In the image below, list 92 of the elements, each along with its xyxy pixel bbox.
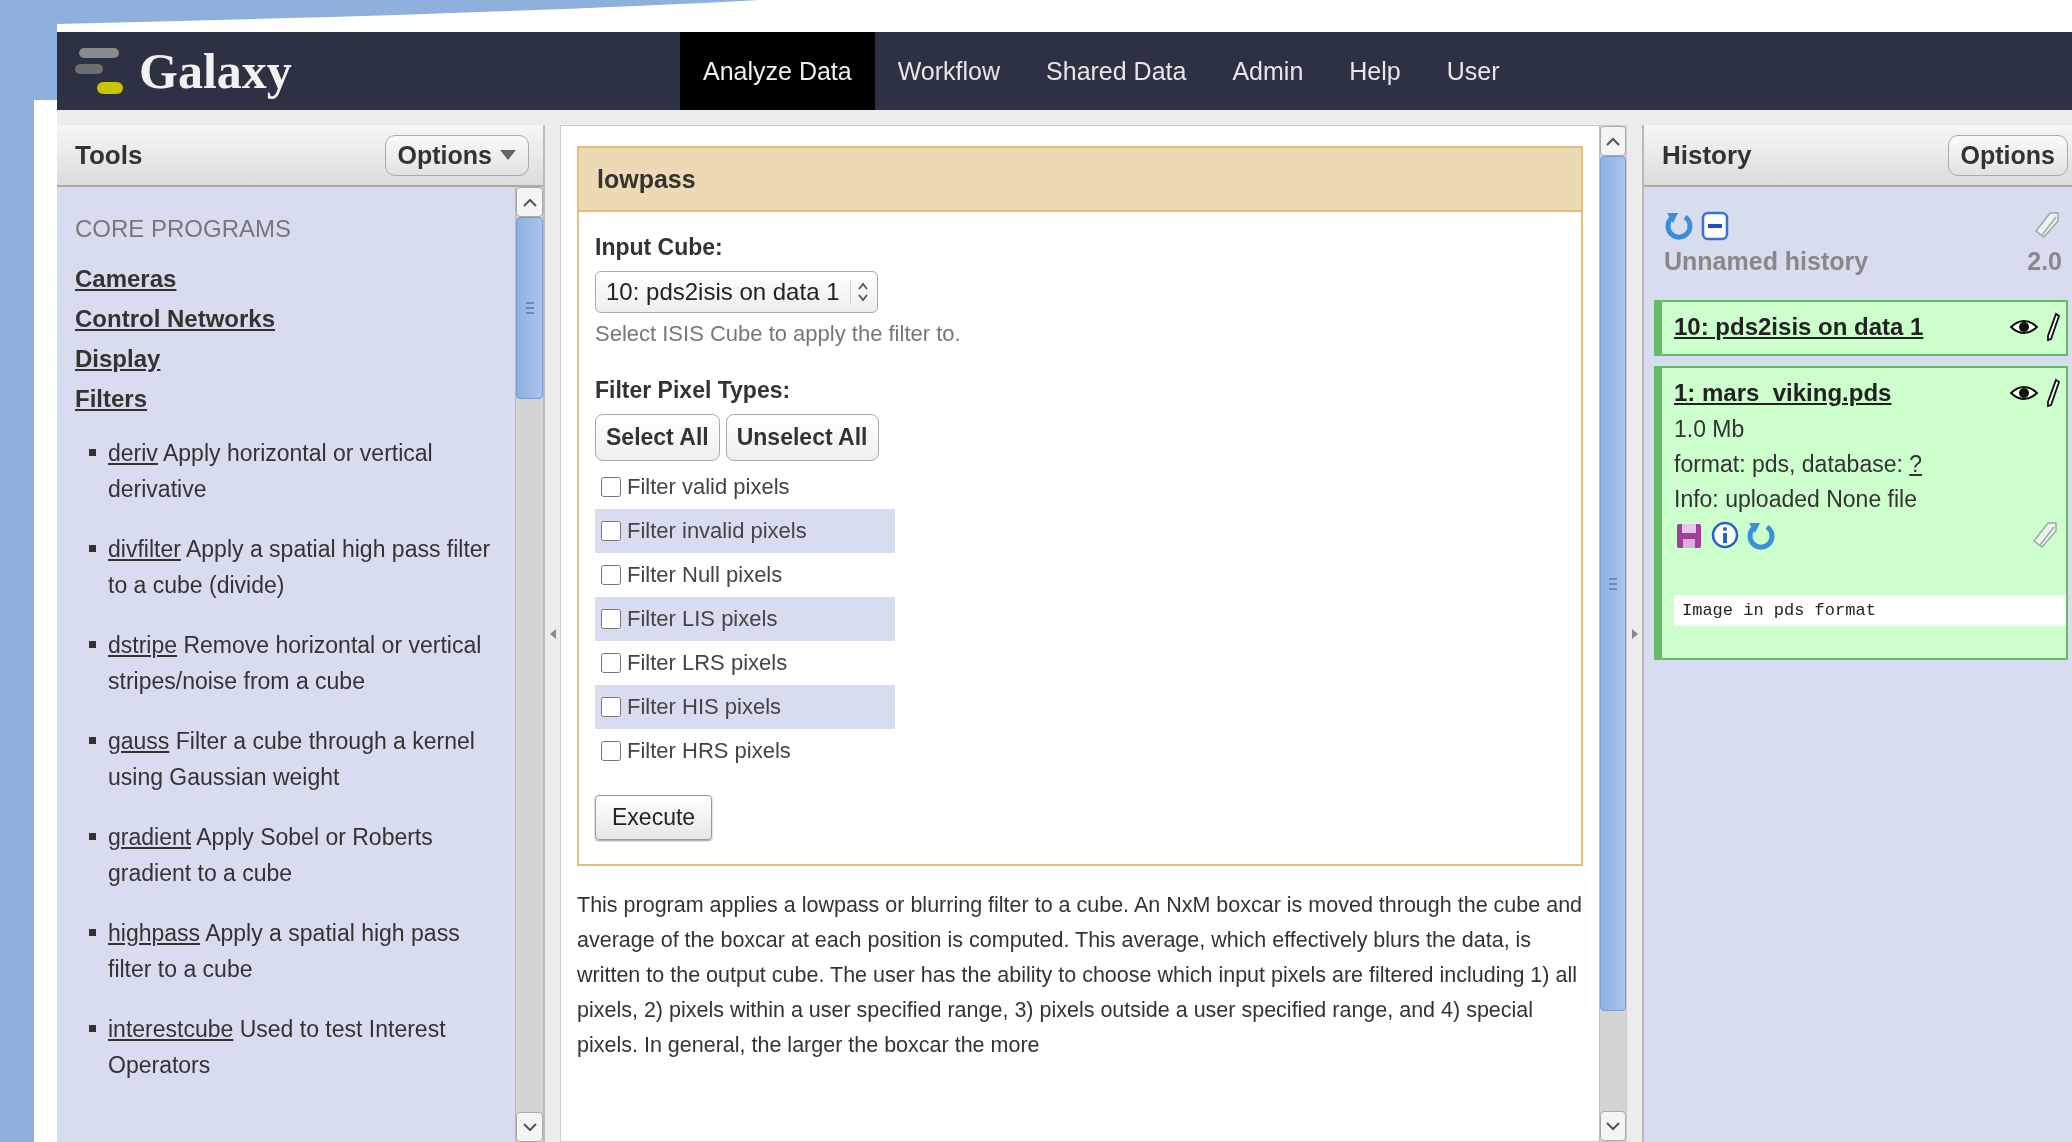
nav-tab[interactable]: Analyze Data bbox=[680, 32, 875, 110]
tool-entry: interestcube Used to test Interest Operators bbox=[108, 1015, 447, 1080]
brand-name[interactable]: Galaxy bbox=[139, 42, 292, 100]
checkbox[interactable] bbox=[601, 609, 621, 629]
checkbox-label: Filter HRS pixels bbox=[627, 738, 791, 764]
execute-button[interactable]: Execute bbox=[595, 795, 713, 840]
dataset-peek: Image in pds format bbox=[1674, 595, 2066, 626]
select-field[interactable]: 10: pds2isis on data 1 bbox=[595, 271, 878, 313]
panel-title: History bbox=[1662, 139, 1752, 171]
bullet-icon bbox=[89, 929, 96, 936]
scrollbar[interactable] bbox=[1599, 126, 1626, 1141]
nav-tab[interactable]: Shared Data bbox=[1023, 32, 1210, 110]
eye-icon[interactable] bbox=[2010, 318, 2038, 336]
grip-icon bbox=[1608, 576, 1618, 591]
field-label: Input Cube: bbox=[595, 234, 723, 261]
checkbox-label: Filter LIS pixels bbox=[627, 606, 778, 632]
scrollbar-thumb[interactable] bbox=[516, 217, 543, 399]
eye-icon[interactable] bbox=[2010, 384, 2038, 402]
chevron-down-icon bbox=[1606, 1121, 1620, 1131]
collapse-arrow-icon[interactable] bbox=[549, 628, 556, 639]
help-text: Select ISIS Cube to apply the filter to. bbox=[595, 321, 961, 347]
scroll-down-button[interactable] bbox=[516, 1112, 543, 1142]
dataset-title[interactable]: 1: mars_viking.pds bbox=[1674, 379, 1892, 407]
scrollbar[interactable] bbox=[515, 187, 543, 1142]
scroll-down-button[interactable] bbox=[1600, 1111, 1626, 1141]
options-button[interactable]: Options bbox=[1947, 134, 2068, 176]
bullet-icon bbox=[89, 737, 96, 744]
checkbox-label: Filter valid pixels bbox=[627, 474, 790, 500]
bullet-icon bbox=[89, 449, 96, 456]
checkbox-label: Filter HIS pixels bbox=[627, 694, 782, 720]
tool-link[interactable]: deriv bbox=[108, 440, 158, 466]
scrollbar-thumb[interactable] bbox=[1600, 156, 1626, 1011]
bullet-icon bbox=[89, 641, 96, 648]
section-heading: CORE PROGRAMS bbox=[75, 215, 293, 243]
panel-title: Tools bbox=[75, 139, 143, 171]
tool-entry: dstripe Remove horizontal or vertical stripes/noise from a cube bbox=[108, 631, 483, 696]
tool-entry: divfilter Apply a spatial high pass filter to a cube (divide) bbox=[108, 535, 492, 600]
tool-link[interactable]: highpass bbox=[108, 920, 201, 946]
bullet-icon bbox=[89, 545, 96, 552]
category-link[interactable]: Display bbox=[75, 345, 161, 373]
nav-tab[interactable]: Help bbox=[1326, 32, 1424, 110]
nav-tab[interactable]: User bbox=[1423, 32, 1523, 110]
checkbox-label: Filter LRS pixels bbox=[627, 650, 788, 676]
checkbox[interactable] bbox=[601, 565, 621, 585]
scroll-up-button[interactable] bbox=[516, 187, 543, 217]
pencil-icon[interactable] bbox=[2046, 378, 2060, 408]
tool-link[interactable]: dstripe bbox=[108, 632, 178, 658]
category-link[interactable]: Control Networks bbox=[75, 305, 275, 333]
dataset-info: Info: uploaded None file bbox=[1674, 486, 1918, 513]
scroll-up-button[interactable] bbox=[1600, 126, 1626, 156]
database-link[interactable]: ? bbox=[1909, 451, 1923, 477]
nav-tab[interactable]: Workflow bbox=[874, 32, 1024, 110]
tool-entry: gauss Filter a cube through a kernel using Gaussian weight bbox=[108, 727, 476, 792]
checkbox[interactable] bbox=[601, 521, 621, 541]
collapse-icon[interactable] bbox=[1700, 209, 1730, 241]
tool-entry: highpass Apply a spatial high pass filter to a cube bbox=[108, 919, 461, 984]
field-label: Filter Pixel Types: bbox=[595, 377, 791, 404]
category-link[interactable]: Cameras bbox=[75, 265, 177, 293]
chevron-up-icon bbox=[1606, 136, 1620, 146]
dataset-title[interactable]: 10: pds2isis on data 1 bbox=[1674, 313, 1924, 341]
grip-icon bbox=[524, 301, 535, 315]
select-button[interactable]: Unselect All bbox=[725, 414, 879, 461]
category-link[interactable]: Filters bbox=[75, 385, 148, 413]
tool-entry: deriv Apply horizontal or vertical derivative bbox=[108, 439, 434, 504]
checkbox[interactable] bbox=[601, 697, 621, 717]
tool-link[interactable]: gradient bbox=[108, 824, 192, 850]
checkbox[interactable] bbox=[601, 741, 621, 761]
collapse-arrow-icon[interactable] bbox=[1631, 628, 1638, 639]
tool-link[interactable]: interestcube bbox=[108, 1016, 234, 1042]
info-icon[interactable] bbox=[1710, 519, 1740, 551]
dataset-size: 1.0 Mb bbox=[1674, 416, 1746, 443]
bullet-icon bbox=[89, 833, 96, 840]
tool-link[interactable]: gauss bbox=[108, 728, 170, 754]
options-button[interactable]: Options bbox=[384, 134, 529, 176]
tool-link[interactable]: divfilter bbox=[108, 536, 181, 562]
pencil-icon[interactable] bbox=[2046, 312, 2060, 342]
select-button[interactable]: Select All bbox=[595, 414, 720, 461]
chevron-down-icon bbox=[522, 1122, 537, 1132]
checkbox[interactable] bbox=[601, 653, 621, 673]
nav-tab[interactable]: Admin bbox=[1209, 32, 1327, 110]
history-size: 2.0 bbox=[2027, 247, 2062, 276]
tool-description: This program applies a lowpass or blurring filter to a cube. An NxM boxcar is moved through the cube and average of the boxcar at each position is computed. This average, which effectively blurs the data, is written to the output cube. The user has the ability to choose which input pixels are filtered including 1) all pixels, 2) pixels within a user specified range, 3) pixels outside a user specified range, and 4) special pixels. In general, the larger the boxcar the more bbox=[577, 892, 1583, 1059]
chevron-up-icon bbox=[522, 197, 537, 207]
caret-icon bbox=[500, 150, 516, 160]
checkbox-label: Filter Null pixels bbox=[627, 562, 783, 588]
dataset-format: format: pds, database: ? bbox=[1674, 451, 1924, 478]
updown-arrow-icon bbox=[849, 281, 869, 303]
bullet-icon bbox=[89, 1025, 96, 1032]
tool-entry: gradient Apply Sobel or Roberts gradient to a cube bbox=[108, 823, 434, 888]
checkbox-label: Filter invalid pixels bbox=[627, 518, 807, 544]
checkbox[interactable] bbox=[601, 477, 621, 497]
form-title: lowpass bbox=[579, 148, 1581, 212]
